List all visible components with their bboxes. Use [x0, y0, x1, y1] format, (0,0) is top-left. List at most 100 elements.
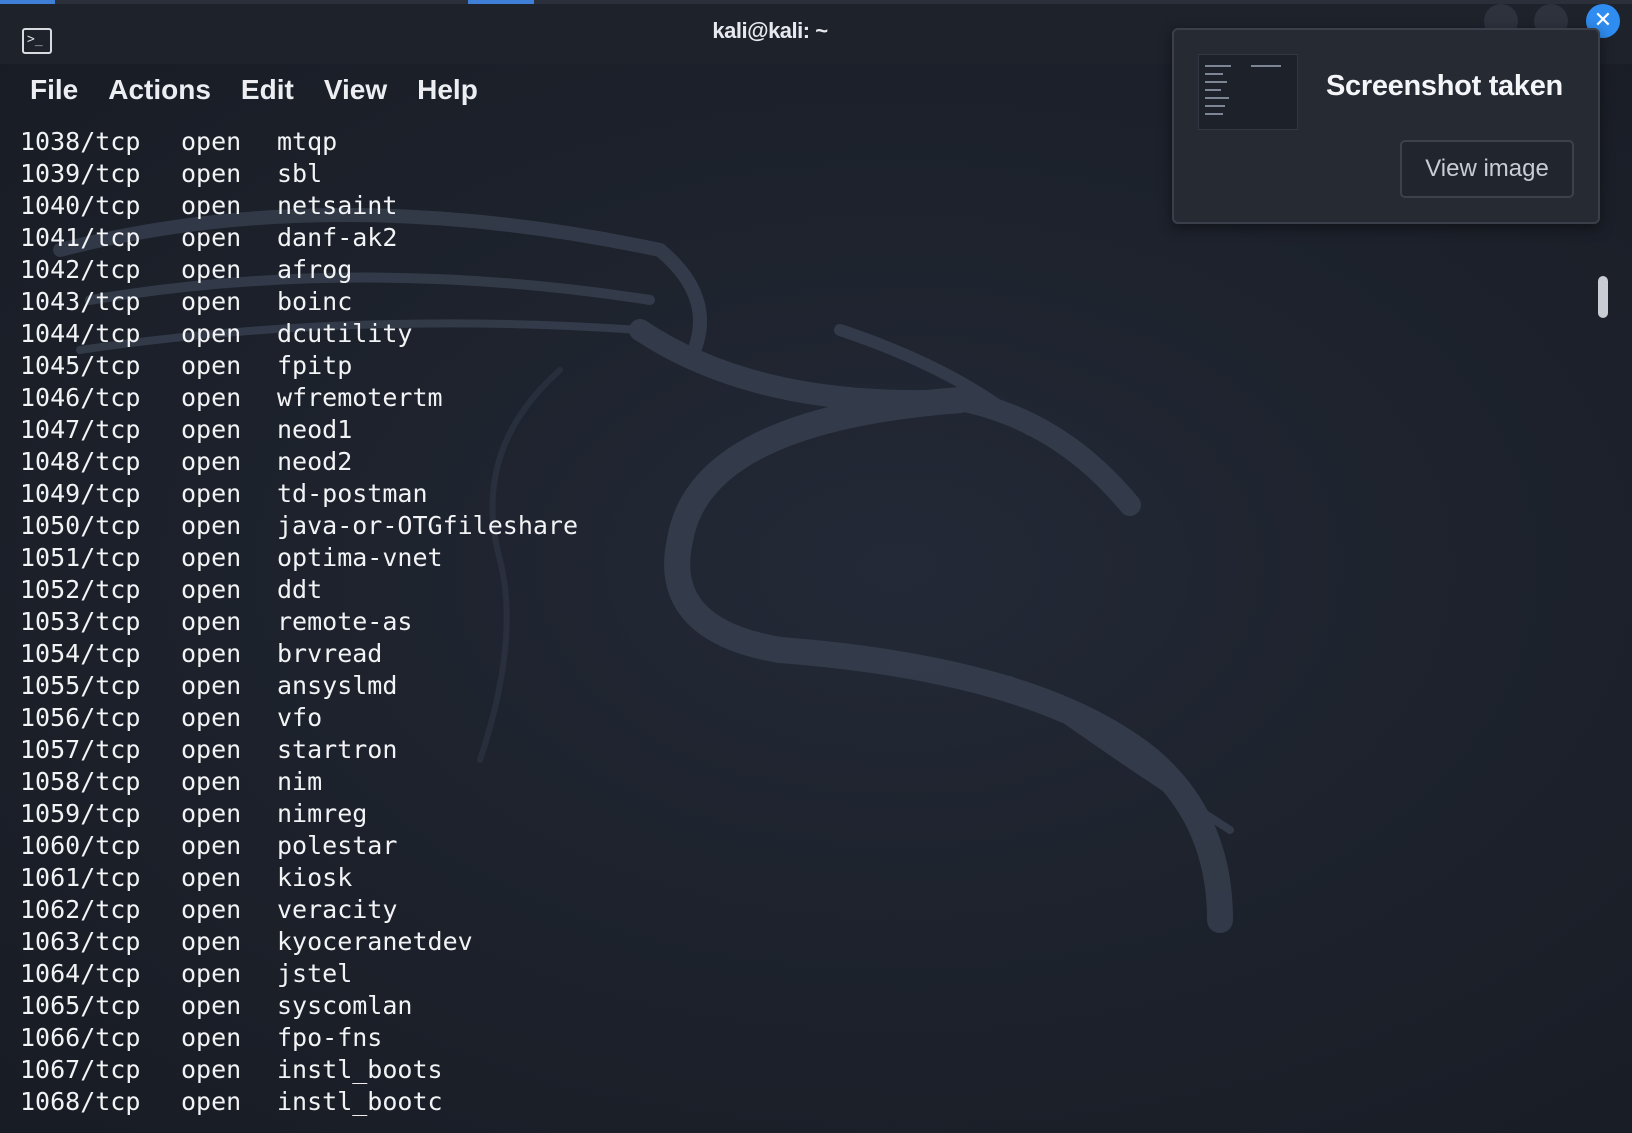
service-cell: wfremotertm [277, 383, 443, 412]
service-cell: optima-vnet [277, 543, 443, 572]
output-row: 1065/tcp open syscomlan [20, 990, 578, 1022]
state-cell: open [181, 927, 242, 956]
port-cell: 1057/tcp [20, 735, 141, 764]
state-cell: open [181, 1055, 242, 1084]
state-cell: open [181, 735, 242, 764]
screenshot-thumbnail[interactable] [1198, 54, 1298, 130]
output-row: 1055/tcp open ansyslmd [20, 670, 578, 702]
output-row: 1043/tcp open boinc [20, 286, 578, 318]
service-cell: syscomlan [277, 991, 413, 1020]
menu-view[interactable]: View [324, 74, 387, 114]
port-cell: 1039/tcp [20, 159, 141, 188]
port-cell: 1051/tcp [20, 543, 141, 572]
state-cell: open [181, 991, 242, 1020]
service-cell: instl_bootc [277, 1087, 443, 1116]
scrollbar-thumb[interactable] [1598, 276, 1608, 318]
service-cell: brvread [277, 639, 383, 668]
menu-actions[interactable]: Actions [108, 74, 211, 114]
notification-title: Screenshot taken [1326, 70, 1563, 102]
state-cell: open [181, 351, 242, 380]
output-row: 1052/tcp open ddt [20, 574, 578, 606]
output-row: 1053/tcp open remote-as [20, 606, 578, 638]
port-cell: 1061/tcp [20, 863, 141, 892]
view-image-button[interactable]: View image [1400, 140, 1574, 198]
output-row: 1039/tcp open sbl [20, 158, 578, 190]
menu-help[interactable]: Help [417, 74, 478, 114]
service-cell: polestar [277, 831, 398, 860]
service-cell: nim [277, 767, 323, 796]
state-cell: open [181, 511, 242, 540]
state-cell: open [181, 415, 242, 444]
port-cell: 1065/tcp [20, 991, 141, 1020]
service-cell: sbl [277, 159, 323, 188]
state-cell: open [181, 223, 242, 252]
output-row: 1061/tcp open kiosk [20, 862, 578, 894]
port-cell: 1060/tcp [20, 831, 141, 860]
service-cell: remote-as [277, 607, 413, 636]
port-cell: 1055/tcp [20, 671, 141, 700]
output-row: 1066/tcp open fpo-fns [20, 1022, 578, 1054]
service-cell: neod2 [277, 447, 353, 476]
service-cell: nimreg [277, 799, 368, 828]
state-cell: open [181, 799, 242, 828]
service-cell: ansyslmd [277, 671, 398, 700]
output-row: 1040/tcp open netsaint [20, 190, 578, 222]
service-cell: fpo-fns [277, 1023, 383, 1052]
active-workspace-indicator [0, 0, 55, 4]
state-cell: open [181, 895, 242, 924]
port-cell: 1066/tcp [20, 1023, 141, 1052]
output-row: 1051/tcp open optima-vnet [20, 542, 578, 574]
service-cell: startron [277, 735, 398, 764]
port-cell: 1044/tcp [20, 319, 141, 348]
service-cell: kiosk [277, 863, 353, 892]
port-cell: 1062/tcp [20, 895, 141, 924]
state-cell: open [181, 447, 242, 476]
port-cell: 1040/tcp [20, 191, 141, 220]
state-cell: open [181, 863, 242, 892]
port-cell: 1049/tcp [20, 479, 141, 508]
port-cell: 1067/tcp [20, 1055, 141, 1084]
menu-file[interactable]: File [30, 74, 78, 114]
panel-strip [0, 0, 1632, 4]
output-row: 1054/tcp open brvread [20, 638, 578, 670]
state-cell: open [181, 639, 242, 668]
port-cell: 1063/tcp [20, 927, 141, 956]
menu-edit[interactable]: Edit [241, 74, 294, 114]
service-cell: instl_boots [277, 1055, 443, 1084]
state-cell: open [181, 575, 242, 604]
service-cell: fpitp [277, 351, 353, 380]
output-row: 1068/tcp open instl_bootc [20, 1086, 578, 1118]
output-row: 1038/tcp open mtqp [20, 126, 578, 158]
state-cell: open [181, 383, 242, 412]
service-cell: jstel [277, 959, 353, 988]
service-cell: vfo [277, 703, 323, 732]
state-cell: open [181, 543, 242, 572]
service-cell: boinc [277, 287, 353, 316]
state-cell: open [181, 607, 242, 636]
service-cell: danf-ak2 [277, 223, 398, 252]
service-cell: dcutility [277, 319, 413, 348]
screenshot-notification: Screenshot taken View image [1172, 28, 1600, 224]
port-cell: 1052/tcp [20, 575, 141, 604]
output-row: 1062/tcp open veracity [20, 894, 578, 926]
output-row: 1045/tcp open fpitp [20, 350, 578, 382]
service-cell: java-or-OTGfileshare [277, 511, 579, 540]
output-row: 1056/tcp open vfo [20, 702, 578, 734]
state-cell: open [181, 319, 242, 348]
output-row: 1057/tcp open startron [20, 734, 578, 766]
port-cell: 1041/tcp [20, 223, 141, 252]
output-row: 1058/tcp open nim [20, 766, 578, 798]
output-row: 1047/tcp open neod1 [20, 414, 578, 446]
port-cell: 1043/tcp [20, 287, 141, 316]
terminal-output[interactable]: 1038/tcp open mtqp 1039/tcp open sbl 1040/tcp o… [20, 126, 578, 1118]
service-cell: neod1 [277, 415, 353, 444]
output-row: 1049/tcp open td-postman [20, 478, 578, 510]
port-cell: 1056/tcp [20, 703, 141, 732]
port-cell: 1038/tcp [20, 127, 141, 156]
port-cell: 1042/tcp [20, 255, 141, 284]
state-cell: open [181, 255, 242, 284]
state-cell: open [181, 479, 242, 508]
service-cell: ddt [277, 575, 323, 604]
state-cell: open [181, 127, 242, 156]
output-row: 1046/tcp open wfremotertm [20, 382, 578, 414]
